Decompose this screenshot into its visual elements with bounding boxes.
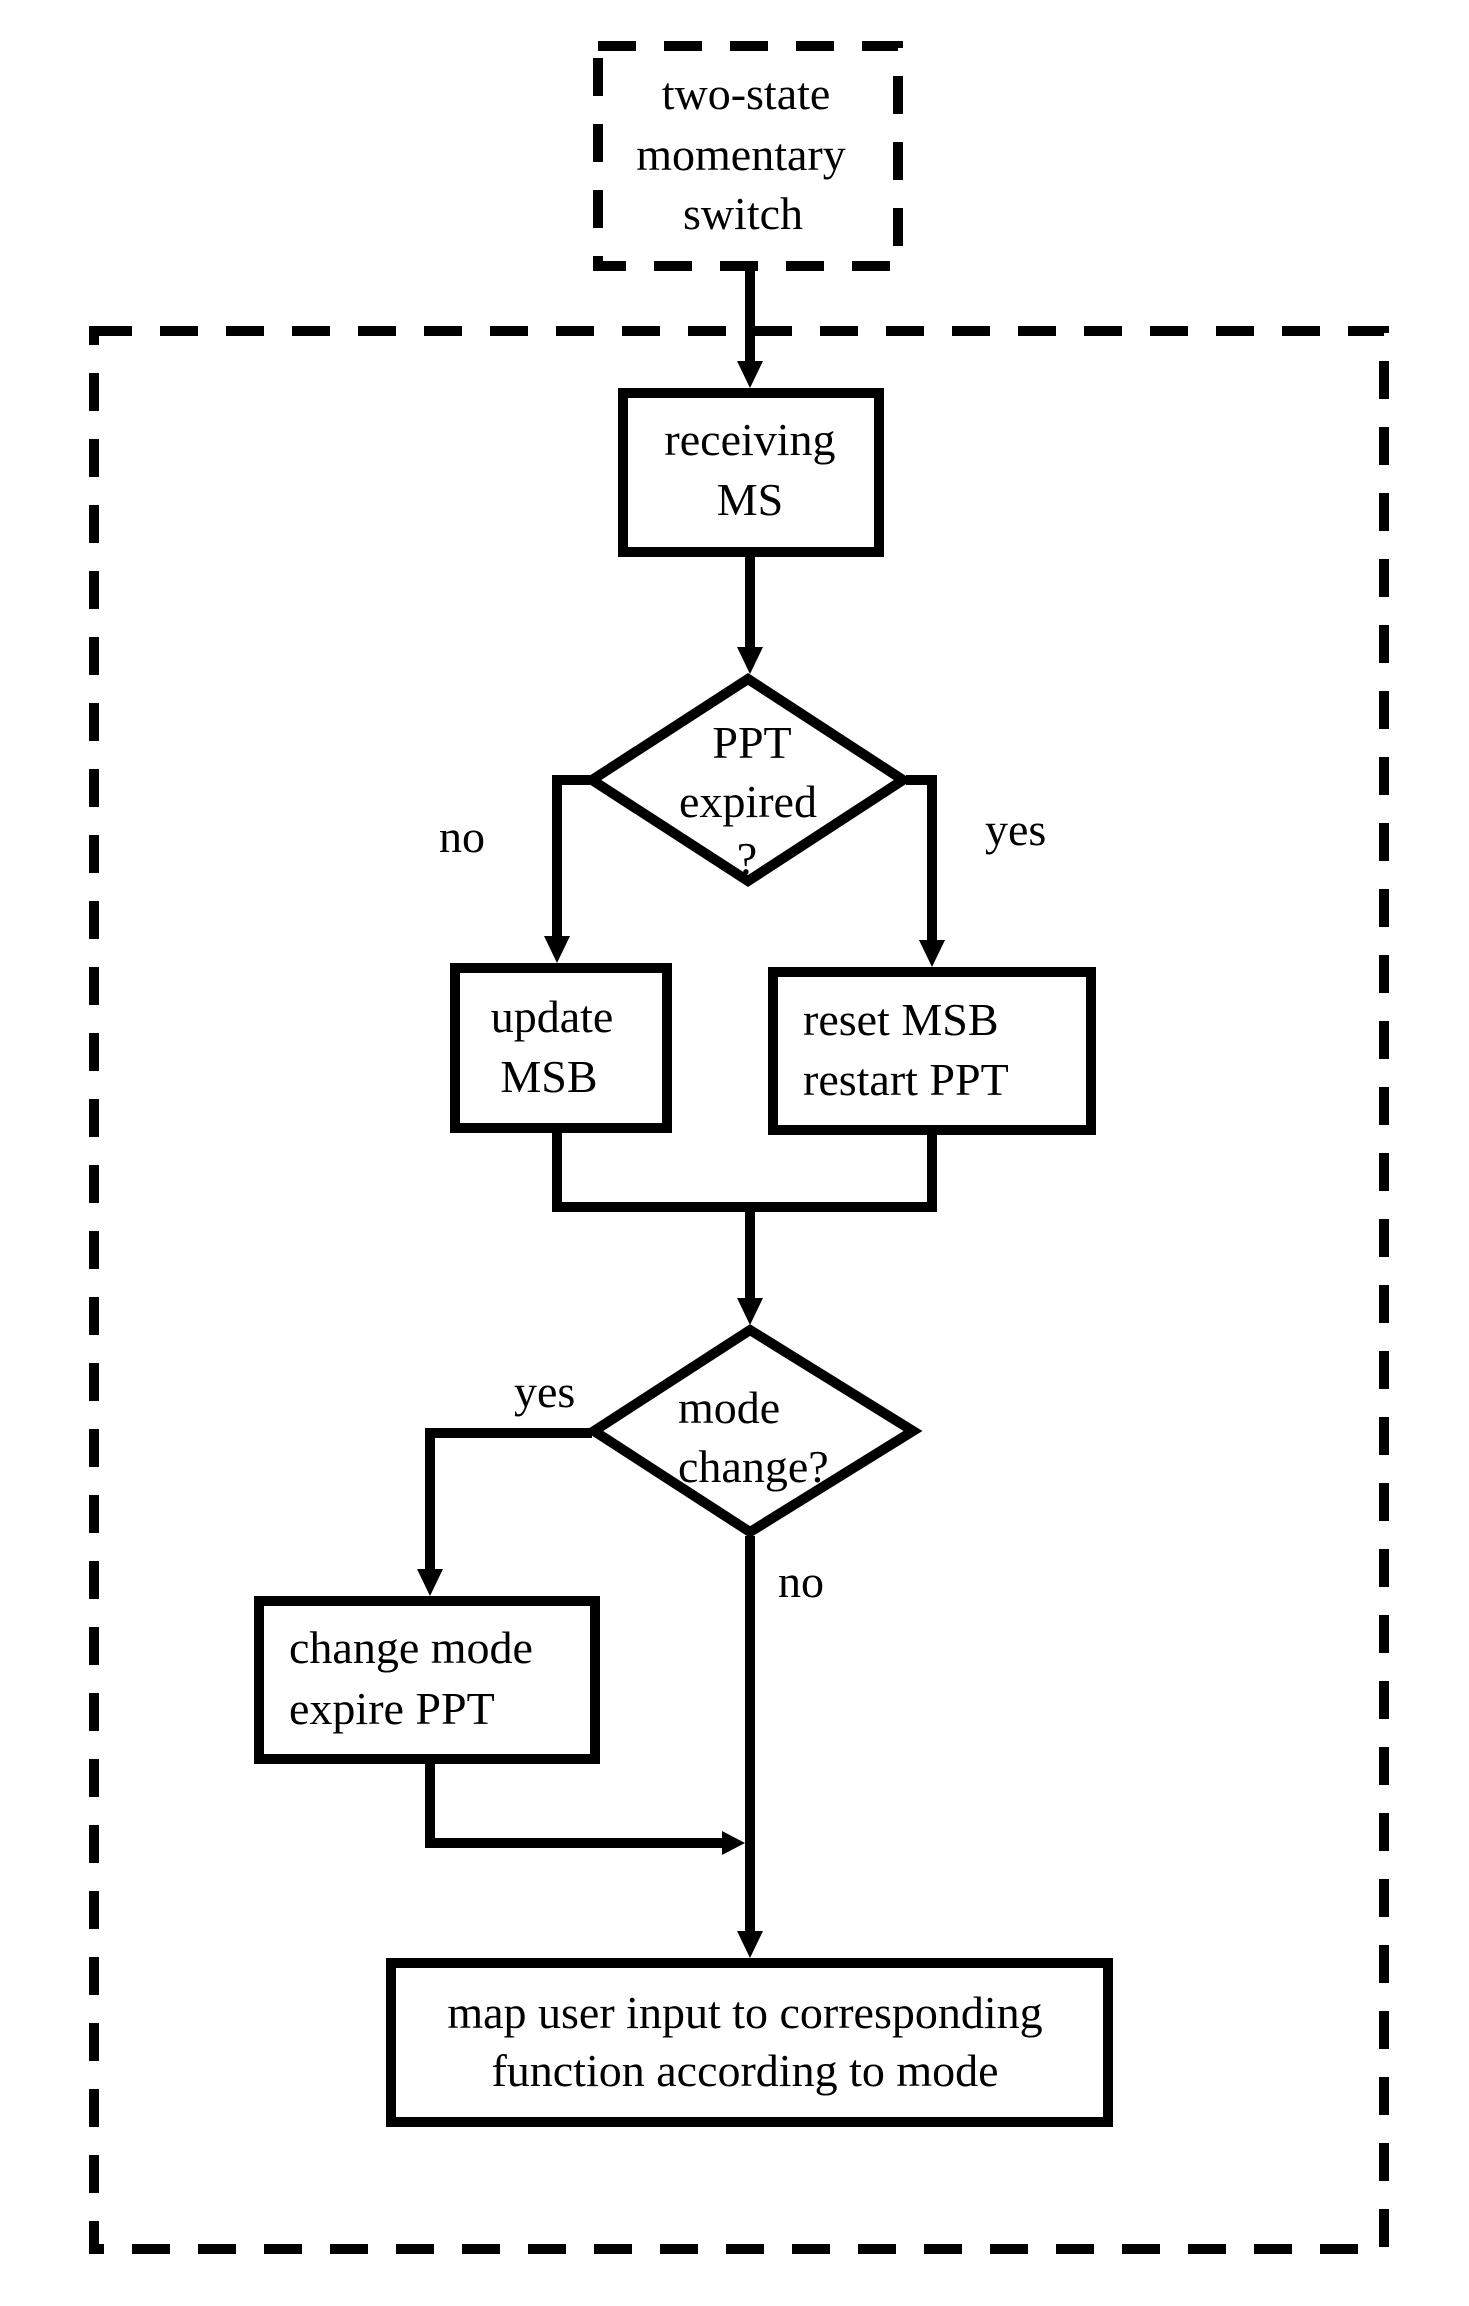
mode-label-line-2: change? [678,1441,829,1492]
ppt-label-line-2: expired [679,776,817,827]
receiving-label-line-2: MS [717,474,783,525]
switch-label-line-3: switch [683,188,803,239]
node-map-input: map user input to corresponding function… [386,1958,1113,2127]
edge-label-ppt-yes: yes [985,804,1046,855]
map-label-line-2: function according to mode [491,2045,998,2096]
update-label-line-2: MSB [500,1051,597,1102]
flowchart-diagram: two-state momentary switch receiving MS … [0,0,1469,2306]
reset-label-line-2: restart PPT [803,1054,1009,1105]
edge-label-mode-yes: yes [514,1366,575,1417]
switch-label-line-2: momentary [636,129,846,180]
map-label-line-1: map user input to corresponding [447,1987,1042,2038]
ppt-label-line-1: PPT [712,717,791,768]
change-label-line-2: expire PPT [289,1683,495,1734]
node-update-msb: update MSB [450,963,672,1133]
change-label-line-1: change mode [289,1622,533,1673]
edge-label-mode-no: no [778,1556,824,1607]
ppt-label-line-3: ? [737,833,757,884]
edge-label-ppt-no: no [439,811,485,862]
node-change-mode: change mode expire PPT [254,1596,600,1764]
mode-label-line-1: mode [678,1382,780,1433]
update-label-line-1: update [491,991,614,1042]
switch-label-line-1: two-state [662,68,831,119]
reset-label-line-1: reset MSB [803,994,999,1045]
node-reset-msb: reset MSB restart PPT [768,967,1096,1135]
receiving-label-line-1: receiving [664,414,835,465]
node-receiving-ms: receiving MS [618,388,884,557]
